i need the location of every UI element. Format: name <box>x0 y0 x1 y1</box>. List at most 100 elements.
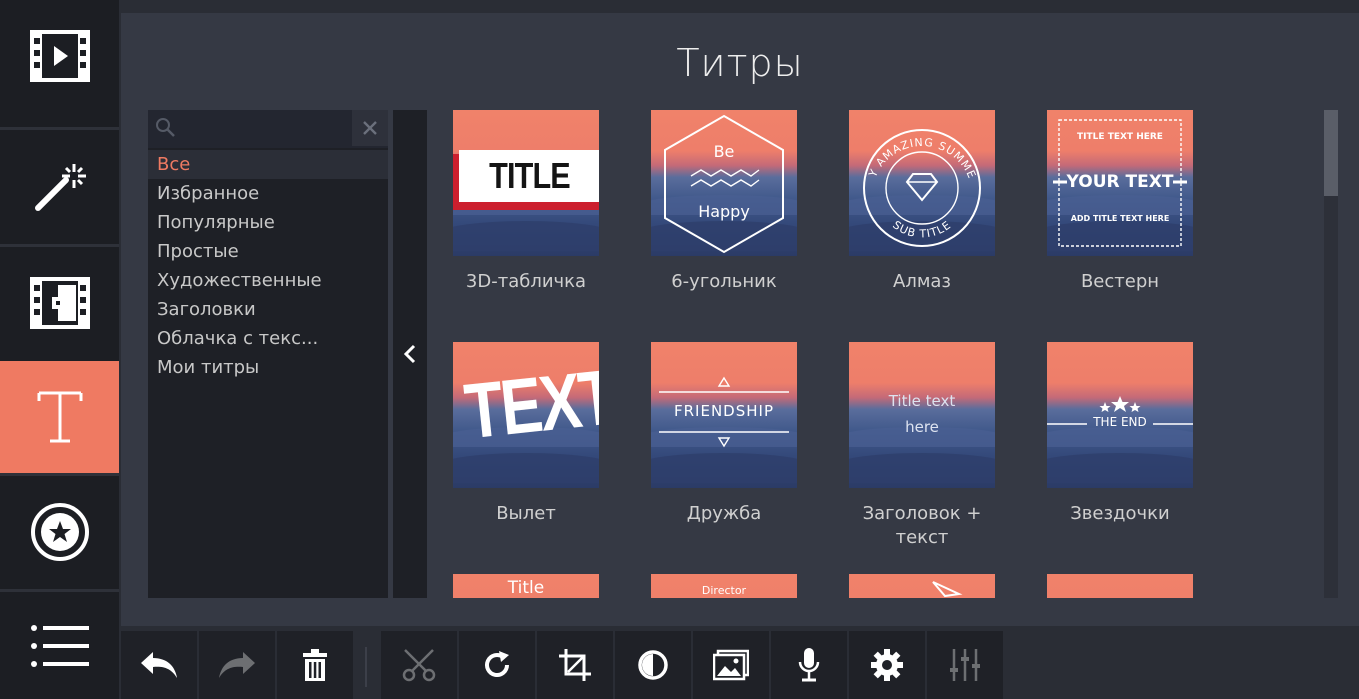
cursor-shape <box>932 581 963 598</box>
category-item-simple[interactable]: Простые <box>148 237 388 266</box>
title-tile-stars[interactable]: THE END Звездочки <box>1047 342 1197 526</box>
close-icon <box>363 121 377 135</box>
tile-thumb-text: Happy <box>698 202 750 221</box>
tile-thumbnail: TEXT <box>453 342 599 488</box>
tile-thumbnail: Title <box>453 574 599 598</box>
diamond-emblem: MY AMAZING SUMMER SUB TITLE <box>849 110 981 247</box>
titles-panel: Титры Все Избранное Популярные Простые Х… <box>121 13 1359 626</box>
category-box: Все Избранное Популярные Простые Художес… <box>148 110 388 598</box>
hexagon-shape <box>664 114 784 254</box>
tile-label: 3D-табличка <box>465 271 587 292</box>
tile-thumb-text: TITLE <box>488 155 571 196</box>
search-icon <box>156 118 175 137</box>
clear-search-button[interactable] <box>352 110 388 146</box>
grid-scrollbar[interactable] <box>1324 110 1338 598</box>
color-adjust-button[interactable] <box>615 631 691 699</box>
redo-icon <box>219 652 255 678</box>
chevron-left-icon <box>403 344 416 364</box>
tile-thumb-text: TEXT <box>460 352 599 456</box>
tile-thumb-text: SUB TITLE <box>890 218 953 240</box>
tile-thumbnail: THE END <box>1047 342 1193 488</box>
tool-rail <box>0 0 119 699</box>
edit-toolbar <box>121 629 1359 699</box>
trash-icon <box>303 649 327 681</box>
title-tile-heading-text[interactable]: Title text here Заголовок + текст <box>849 342 999 550</box>
svg-text:MY AMAZING SUMMER: MY AMAZING SUMMER <box>849 110 979 181</box>
tile-thumbnail: Title text here <box>849 342 995 488</box>
title-tile-row3-1[interactable]: Title <box>453 574 603 598</box>
tile-thumbnail: Director <box>651 574 797 598</box>
undo-icon <box>141 652 177 678</box>
tile-thumb-text: here <box>905 418 939 436</box>
tile-thumb-text: Director <box>701 584 747 597</box>
title-tile-row3-3[interactable] <box>849 574 999 598</box>
category-item-all[interactable]: Все <box>148 150 388 179</box>
rail-button-filters[interactable] <box>0 130 119 242</box>
crop-button[interactable] <box>537 631 613 699</box>
title-tile-friendship[interactable]: FRIENDSHIP Дружба <box>651 342 801 526</box>
tile-thumb-text: Title <box>507 578 545 598</box>
toolbar-divider <box>365 647 367 687</box>
rail-button-stickers[interactable] <box>0 476 119 588</box>
cut-button[interactable] <box>381 631 457 699</box>
undo-button[interactable] <box>121 631 197 699</box>
settings-button[interactable] <box>849 631 925 699</box>
title-tile-3d-sign[interactable]: TITLE 3D-табличка <box>453 110 603 294</box>
tile-thumb-text: Title text <box>888 392 956 410</box>
scrollbar-thumb[interactable] <box>1324 110 1338 196</box>
rail-button-media[interactable] <box>0 0 119 112</box>
tile-thumb-text: MY AMAZING SUMMER <box>849 110 978 181</box>
tile-label: 6-угольник <box>671 271 777 292</box>
title-tile-diamond[interactable]: MY AMAZING SUMMER SUB TITLE Алмаз <box>849 110 999 294</box>
sticker-star-icon <box>30 503 89 561</box>
rail-button-transitions[interactable] <box>0 247 119 359</box>
insert-image-button[interactable] <box>693 631 769 699</box>
title-tile-row3-4[interactable] <box>1047 574 1197 598</box>
tile-thumbnail <box>1047 574 1193 598</box>
category-item-speech-bubbles[interactable]: Облачка с текс... <box>148 324 388 353</box>
category-item-my-titles[interactable]: Мои титры <box>148 353 388 382</box>
tile-label: Алмаз <box>893 271 951 292</box>
equalizer-button[interactable] <box>927 631 1003 699</box>
rail-button-more[interactable] <box>0 592 119 699</box>
title-tile-western[interactable]: TITLE TEXT HERE YOUR TEXT ADD TITLE TEXT… <box>1047 110 1197 294</box>
tile-label: Вестерн <box>1080 271 1160 292</box>
tile-thumbnail: Be Happy <box>651 110 797 256</box>
title-tile-hexagon[interactable]: Be Happy 6-угольник <box>651 110 801 294</box>
delete-button[interactable] <box>277 631 353 699</box>
rotate-button[interactable] <box>459 631 535 699</box>
svg-text:SUB TITLE: SUB TITLE <box>890 218 954 240</box>
crop-icon <box>559 649 591 681</box>
transition-icon <box>29 277 90 329</box>
category-item-artistic[interactable]: Художественные <box>148 266 388 295</box>
category-item-favorites[interactable]: Избранное <box>148 179 388 208</box>
equalizer-icon <box>950 649 980 681</box>
color-adjust-icon <box>638 650 668 680</box>
tile-label: Дружба <box>686 503 762 524</box>
menu-list-icon <box>30 624 89 667</box>
title-tile-row3-2[interactable]: Director <box>651 574 801 598</box>
tile-thumbnail: TITLE <box>453 110 599 256</box>
category-item-headings[interactable]: Заголовки <box>148 295 388 324</box>
image-icon <box>713 649 749 681</box>
scissors-icon <box>402 649 436 682</box>
search-bar <box>148 110 388 148</box>
rail-button-titles[interactable] <box>0 361 119 473</box>
tile-thumb-text: FRIENDSHIP <box>674 402 774 420</box>
search-input[interactable] <box>182 116 342 140</box>
titles-grid: TITLE 3D-табличка Be Happy 6-угольник Y … <box>453 110 1253 598</box>
microphone-icon <box>798 648 820 682</box>
redo-button[interactable] <box>199 631 275 699</box>
rotate-icon <box>485 651 509 677</box>
tile-thumbnail <box>849 574 995 598</box>
collapse-sidebar-button[interactable] <box>393 110 427 598</box>
tile-thumb-text: THE END <box>1093 415 1147 429</box>
film-play-icon <box>29 30 90 82</box>
category-item-popular[interactable]: Популярные <box>148 208 388 237</box>
page-title: Титры <box>676 41 804 85</box>
title-t-icon <box>37 391 82 443</box>
gear-icon <box>871 649 903 681</box>
title-tile-fly-out[interactable]: TEXT Вылет <box>453 342 603 526</box>
record-voice-button[interactable] <box>771 631 847 699</box>
tile-thumb-text: Be <box>713 142 735 161</box>
